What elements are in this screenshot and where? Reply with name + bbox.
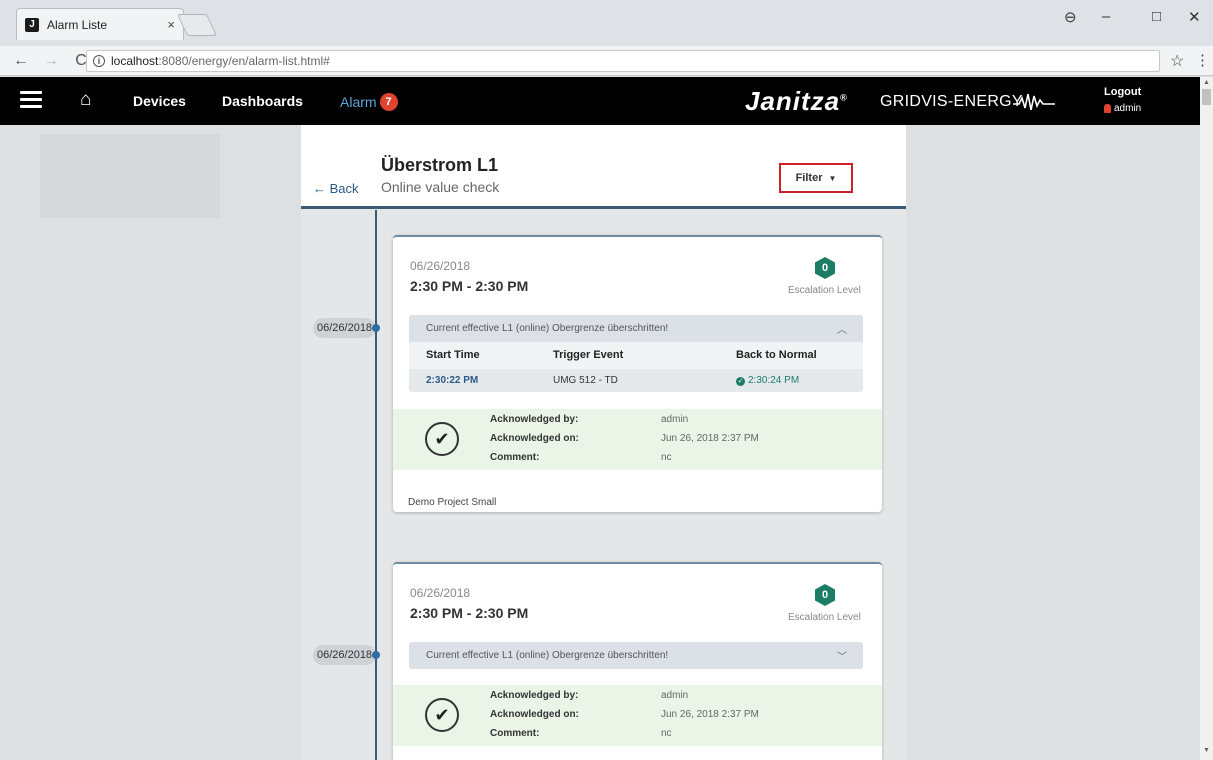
favicon-icon: J — [25, 17, 39, 32]
alarm-date: 06/26/2018 — [410, 259, 471, 273]
event-text: Current effective L1 (online) Obergrenze… — [426, 323, 669, 334]
background-panel — [40, 134, 220, 218]
ack-label-comment: Comment: — [490, 728, 540, 739]
alarm-card[interactable]: 06/26/2018 2:30 PM - 2:30 PM 0 Escalatio… — [393, 235, 882, 512]
ack-value-by: admin — [661, 414, 689, 425]
hamburger-menu-icon[interactable] — [20, 91, 42, 109]
tab-close-icon[interactable]: × — [167, 17, 175, 32]
alarm-time-range: 2:30 PM - 2:30 PM — [410, 605, 529, 621]
event-panel: Current effective L1 (online) Obergrenze… — [409, 642, 863, 669]
column-header-trigger-event: Trigger Event — [553, 349, 624, 361]
back-arrow-icon[interactable]: ← — [12, 52, 30, 70]
ack-label-on: Acknowledged on: — [490, 709, 579, 720]
event-trigger: UMG 512 - TD — [553, 375, 618, 386]
nav-alarm[interactable]: Alarm 7 — [340, 93, 398, 111]
scroll-thumb[interactable] — [1202, 89, 1211, 105]
escalation-level-label: Escalation Level — [788, 612, 861, 623]
timeline-date-label: 06/26/2018 — [313, 645, 377, 665]
alarm-date: 06/26/2018 — [410, 586, 471, 600]
event-back-to-normal: ✓ 2:30:24 PM — [736, 375, 800, 386]
url-field[interactable]: i localhost:8080/energy/en/alarm-list.ht… — [86, 50, 1160, 72]
nav-alarm-label: Alarm — [340, 94, 377, 110]
acknowledgement-section: ✔ Acknowledged by: Acknowledged on: Comm… — [393, 685, 882, 746]
escalation-level-badge: 0 — [815, 584, 835, 606]
waveform-icon — [1013, 93, 1055, 111]
app-header: ⌂ Devices Dashboards Alarm 7 Janitza® GR… — [0, 77, 1200, 125]
tab-title: Alarm Liste — [47, 17, 108, 32]
scroll-up-icon[interactable]: ▲ — [1203, 79, 1210, 86]
chevron-down-icon[interactable]: ﹀ — [837, 648, 847, 663]
browser-menu-icon[interactable]: ⋮ — [1195, 51, 1210, 69]
url-host: localhost — [111, 54, 159, 68]
timeline-line — [375, 210, 377, 760]
acknowledged-check-icon: ✔ — [425, 422, 459, 456]
logout-link[interactable]: Logout — [1104, 86, 1141, 98]
filter-button[interactable]: Filter ▼ — [779, 163, 853, 193]
caret-down-icon: ▼ — [828, 173, 837, 183]
check-circle-icon: ✓ — [736, 377, 745, 386]
event-header[interactable]: Current effective L1 (online) Obergrenze… — [409, 315, 863, 342]
panel-header: ← Back Überstrom L1 Online value check F… — [301, 125, 906, 209]
back-arrow-icon: ← — [313, 181, 326, 196]
nav-dashboards[interactable]: Dashboards — [222, 93, 303, 109]
project-name: Demo Project Small — [408, 497, 497, 508]
alarm-time-range: 2:30 PM - 2:30 PM — [410, 278, 529, 294]
acknowledgement-section: ✔ Acknowledged by: Acknowledged on: Comm… — [393, 409, 882, 470]
event-text: Current effective L1 (online) Obergrenze… — [426, 650, 669, 661]
alarm-card[interactable]: 06/26/2018 2:30 PM - 2:30 PM 0 Escalatio… — [393, 562, 882, 760]
escalation-level-badge: 0 — [815, 257, 835, 279]
minimize-button[interactable]: – — [1102, 8, 1110, 25]
event-header[interactable]: Current effective L1 (online) Obergrenze… — [409, 642, 863, 669]
ack-label-on: Acknowledged on: — [490, 433, 579, 444]
ack-value-by: admin — [661, 690, 689, 701]
url-path: :8080/energy/en/alarm-list.html# — [158, 54, 330, 68]
escalation-level-label: Escalation Level — [788, 285, 861, 296]
forward-arrow-icon[interactable]: → — [42, 52, 60, 70]
alarm-count-badge: 7 — [379, 93, 398, 111]
browser-tab-bar: J Alarm Liste × ⊖ – □ ✕ — [0, 0, 1213, 46]
timeline-dot — [372, 651, 380, 659]
user-name: admin — [1114, 103, 1142, 114]
browser-tab[interactable]: J Alarm Liste × — [16, 8, 184, 40]
back-link[interactable]: ← Back — [313, 181, 359, 196]
column-header-back-to-normal: Back to Normal — [736, 349, 817, 361]
product-name: GRIDVIS-ENERGY — [880, 93, 1023, 110]
ack-value-on: Jun 26, 2018 2:37 PM — [661, 709, 759, 720]
ack-label-comment: Comment: — [490, 452, 540, 463]
home-icon[interactable]: ⌂ — [80, 89, 91, 111]
event-panel: Current effective L1 (online) Obergrenze… — [409, 315, 863, 392]
info-icon[interactable]: i — [93, 55, 105, 67]
page-title: Überstrom L1 — [381, 155, 499, 175]
scroll-down-icon[interactable]: ▼ — [1203, 747, 1210, 754]
nav-devices[interactable]: Devices — [133, 93, 186, 109]
address-bar-row: ← → C i localhost:8080/energy/en/alarm-l… — [0, 46, 1213, 76]
ack-label-by: Acknowledged by: — [490, 690, 579, 701]
janitza-logo: Janitza® — [745, 86, 848, 116]
ack-value-comment: nc — [661, 728, 672, 739]
maximize-button[interactable]: □ — [1152, 8, 1161, 25]
ack-label-by: Acknowledged by: — [490, 414, 579, 425]
page-subtitle: Online value check — [381, 179, 500, 195]
page-scrollbar[interactable]: ▲ ▼ — [1200, 77, 1213, 760]
acknowledged-check-icon: ✔ — [425, 698, 459, 732]
current-user: admin — [1104, 103, 1141, 114]
profile-icon[interactable]: ⊖ — [1064, 8, 1077, 26]
chevron-up-icon[interactable]: ︿ — [837, 321, 847, 336]
user-icon — [1104, 104, 1111, 113]
timeline-dot — [372, 324, 380, 332]
bookmark-star-icon[interactable]: ☆ — [1170, 51, 1184, 71]
timeline-date-label: 06/26/2018 — [313, 318, 377, 338]
close-window-button[interactable]: ✕ — [1188, 8, 1201, 26]
column-header-start-time: Start Time — [426, 349, 480, 361]
event-start-time[interactable]: 2:30:22 PM — [426, 375, 478, 386]
ack-value-comment: nc — [661, 452, 672, 463]
event-row: 2:30:22 PM UMG 512 - TD ✓ 2:30:24 PM — [409, 369, 863, 392]
ack-value-on: Jun 26, 2018 2:37 PM — [661, 433, 759, 444]
